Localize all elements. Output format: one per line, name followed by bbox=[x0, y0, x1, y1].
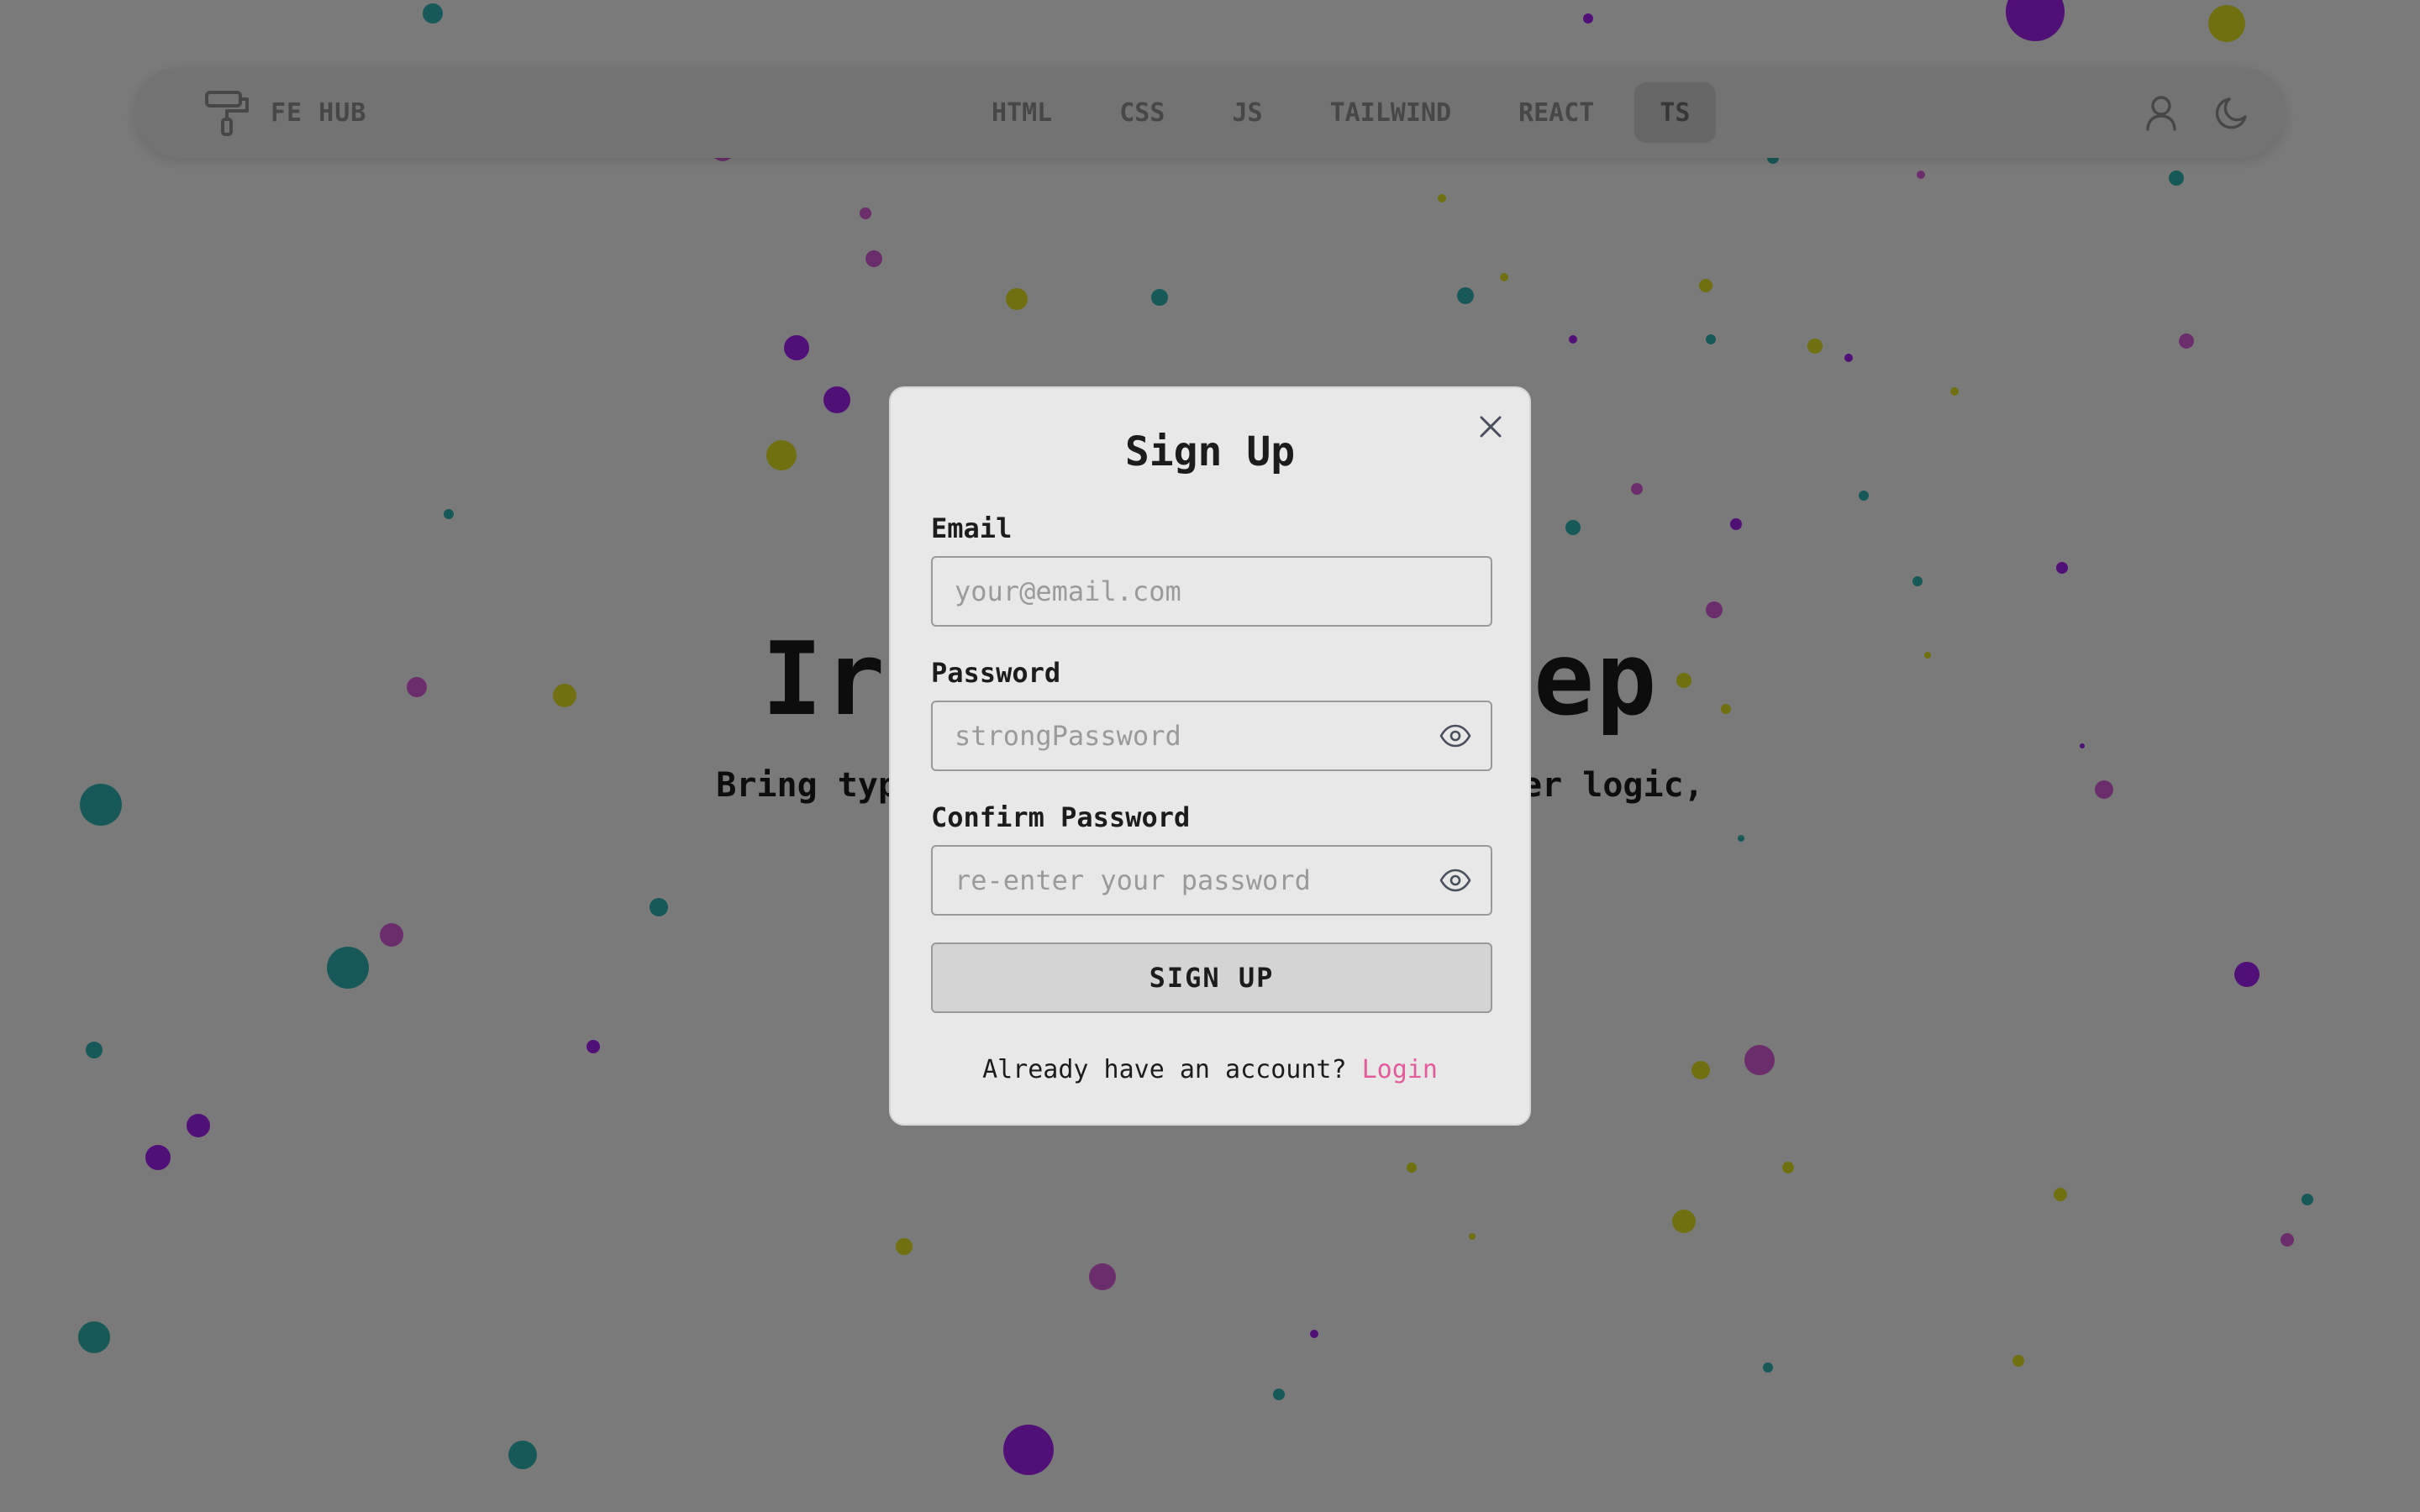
email-field[interactable] bbox=[931, 556, 1492, 627]
password-field[interactable] bbox=[931, 701, 1492, 771]
eye-icon[interactable] bbox=[1439, 719, 1472, 753]
page: Irep Bring typer logic, FE HUB HTML CSS … bbox=[0, 0, 2420, 1512]
email-label: Email bbox=[931, 512, 1013, 544]
login-prompt: Already have an account? Login bbox=[891, 1055, 1529, 1084]
signup-modal: Sign Up Email Password Confirm Password … bbox=[889, 386, 1531, 1126]
confirm-password-field[interactable] bbox=[931, 845, 1492, 916]
modal-title: Sign Up bbox=[1124, 428, 1296, 475]
password-label: Password bbox=[931, 657, 1061, 689]
login-link[interactable]: Login bbox=[1362, 1055, 1438, 1084]
sign-up-button[interactable]: SIGN UP bbox=[931, 942, 1492, 1013]
eye-icon[interactable] bbox=[1439, 864, 1472, 897]
login-prompt-text: Already have an account? bbox=[982, 1055, 1362, 1084]
confirm-password-label: Confirm Password bbox=[931, 801, 1191, 833]
